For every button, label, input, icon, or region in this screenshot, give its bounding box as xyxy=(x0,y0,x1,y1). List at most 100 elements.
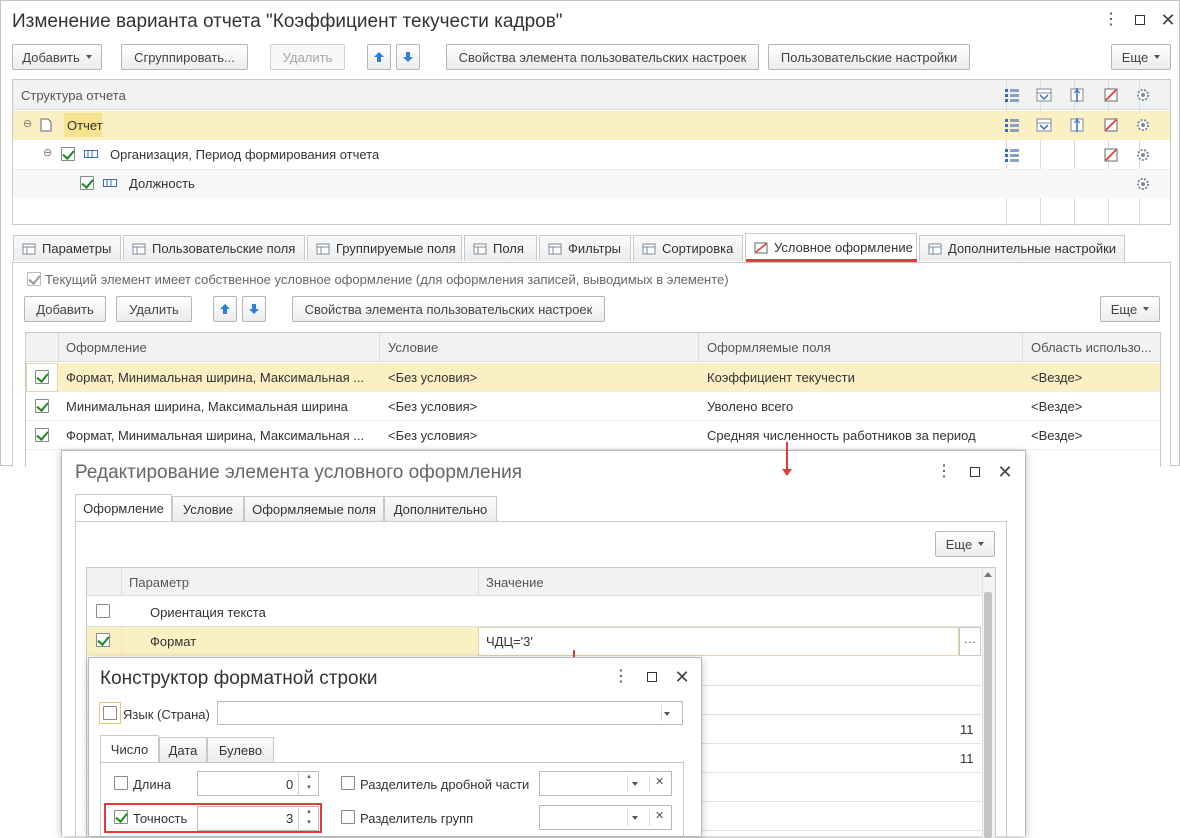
maximize-icon[interactable] xyxy=(644,669,660,685)
delete-button[interactable]: Удалить xyxy=(270,44,345,70)
more-options-icon[interactable]: ⋮ xyxy=(613,669,629,685)
edit-more-button[interactable]: Еще xyxy=(935,531,995,557)
more-options-icon[interactable]: ⋮ xyxy=(1103,12,1119,28)
maximize-icon[interactable] xyxy=(967,464,983,480)
tab-parameters-label: Параметры xyxy=(42,241,112,256)
tab-additional[interactable]: Дополнительно xyxy=(384,496,497,522)
collapse-icon[interactable]: ⊖ xyxy=(23,117,32,130)
tab-advanced-settings[interactable]: Дополнительные настройки xyxy=(919,235,1125,261)
move-up-button[interactable] xyxy=(367,44,391,70)
tab-conditional-format[interactable]: Условное оформление xyxy=(745,233,917,261)
group-sep-checkbox[interactable] xyxy=(341,810,355,824)
close-icon[interactable]: ✕ xyxy=(674,667,690,687)
conditional-format-icon xyxy=(754,242,768,254)
edit-dialog-title: Редактирование элемента условного оформл… xyxy=(75,462,523,483)
maximize-icon[interactable] xyxy=(1132,12,1148,28)
user-settings-button[interactable]: Пользовательские настройки xyxy=(768,44,970,70)
collapse-icon[interactable]: ⊖ xyxy=(43,146,52,159)
scroll-thumb[interactable] xyxy=(984,592,992,838)
own-format-checkbox[interactable] xyxy=(27,272,41,286)
structure-list-icon[interactable] xyxy=(1004,87,1020,103)
structure-list-icon[interactable] xyxy=(1004,147,1020,163)
close-icon[interactable]: ✕ xyxy=(1160,10,1176,30)
select-divider xyxy=(649,775,650,792)
select-button[interactable]: … xyxy=(959,627,981,656)
settings-gear-icon[interactable] xyxy=(1135,176,1151,192)
structure-chart-icon[interactable] xyxy=(1069,87,1085,103)
table-cell: <Без условия> xyxy=(388,428,478,443)
lang-checkbox[interactable] xyxy=(103,706,117,720)
cf-user-element-props-button[interactable]: Свойства элемента пользовательских настр… xyxy=(292,296,605,322)
tab-appearance[interactable]: Оформление xyxy=(75,494,172,522)
structure-chart-icon[interactable] xyxy=(1069,117,1085,133)
groupable-fields-icon xyxy=(316,243,330,255)
lang-select[interactable] xyxy=(217,701,683,725)
structure-table-icon[interactable] xyxy=(1036,117,1052,133)
cf-col-fields[interactable]: Оформляемые поля xyxy=(707,340,831,355)
clear-icon[interactable]: ✕ xyxy=(655,809,664,822)
group-button[interactable]: Сгруппировать... xyxy=(121,44,248,70)
clear-icon[interactable]: ✕ xyxy=(655,775,664,788)
length-checkbox[interactable] xyxy=(114,776,128,790)
close-icon[interactable]: ✕ xyxy=(997,462,1013,482)
chevron-down-icon[interactable] xyxy=(664,712,670,716)
scroll-up-icon[interactable] xyxy=(984,572,992,577)
user-fields-icon xyxy=(132,243,146,255)
chevron-down-icon[interactable] xyxy=(632,816,638,820)
active-tab-underline xyxy=(746,259,917,262)
row-checkbox[interactable] xyxy=(35,399,49,413)
tab-date[interactable]: Дата xyxy=(159,737,207,763)
settings-gear-icon[interactable] xyxy=(1135,147,1151,163)
decimal-sep-select[interactable] xyxy=(539,771,672,796)
tab-sort-label: Сортировка xyxy=(662,241,734,256)
decimal-sep-checkbox[interactable] xyxy=(341,776,355,790)
tree-row-report[interactable] xyxy=(13,111,1170,140)
cf-move-down-button[interactable] xyxy=(242,296,266,322)
more-options-icon[interactable]: ⋮ xyxy=(936,464,952,480)
conditional-format-icon[interactable] xyxy=(1103,87,1119,103)
tab-fields[interactable]: Поля xyxy=(464,235,537,261)
cf-add-button[interactable]: Добавить xyxy=(24,296,106,322)
tree-checkbox-position[interactable] xyxy=(80,176,94,190)
tab-boolean[interactable]: Булево xyxy=(207,737,274,763)
structure-table-icon[interactable] xyxy=(1036,87,1052,103)
group-sep-select[interactable] xyxy=(539,805,672,830)
cf-col-format[interactable]: Оформление xyxy=(66,340,147,355)
cf-col-condition[interactable]: Условие xyxy=(388,340,438,355)
cf-move-up-button[interactable] xyxy=(213,296,237,322)
edit-more-label: Еще xyxy=(945,536,973,552)
settings-gear-icon[interactable] xyxy=(1135,87,1151,103)
tab-user-fields[interactable]: Пользовательские поля xyxy=(123,235,305,261)
param-checkbox-orientation[interactable] xyxy=(96,604,110,618)
row-checkbox[interactable] xyxy=(35,428,49,442)
param-checkbox-format[interactable] xyxy=(96,633,110,647)
more-button[interactable]: Еще xyxy=(1111,44,1171,70)
tab-condition[interactable]: Условие xyxy=(172,496,244,522)
tab-groupable-fields[interactable]: Группируемые поля xyxy=(307,235,462,261)
cf-table-header xyxy=(26,333,1160,362)
precision-checkbox[interactable] xyxy=(114,810,128,824)
length-stepper[interactable]: ▴ ▾ xyxy=(298,771,319,796)
main-window-title: Изменение варианта отчета "Коэффициент т… xyxy=(12,11,563,32)
add-button[interactable]: Добавить xyxy=(12,44,102,70)
conditional-format-icon[interactable] xyxy=(1103,147,1119,163)
cf-more-button[interactable]: Еще xyxy=(1100,296,1160,322)
tab-formatted-fields[interactable]: Оформляемые поля xyxy=(244,496,384,522)
param-value-cell[interactable] xyxy=(478,627,959,656)
row-checkbox[interactable] xyxy=(35,370,49,384)
cf-col-area[interactable]: Область использо... xyxy=(1031,340,1152,355)
tab-filters[interactable]: Фильтры xyxy=(539,235,631,261)
precision-stepper[interactable]: ▴ ▾ xyxy=(298,806,319,831)
tab-sort[interactable]: Сортировка xyxy=(633,235,743,261)
tab-user-fields-label: Пользовательские поля xyxy=(152,241,296,256)
tree-checkbox-org[interactable] xyxy=(61,147,75,161)
tab-parameters[interactable]: Параметры xyxy=(13,235,121,261)
user-element-props-button[interactable]: Свойства элемента пользовательских настр… xyxy=(446,44,759,70)
tab-number[interactable]: Число xyxy=(100,735,159,763)
settings-gear-icon[interactable] xyxy=(1135,117,1151,133)
move-down-button[interactable] xyxy=(396,44,420,70)
conditional-format-icon[interactable] xyxy=(1103,117,1119,133)
cf-delete-button[interactable]: Удалить xyxy=(116,296,192,322)
chevron-down-icon[interactable] xyxy=(632,782,638,786)
structure-list-icon[interactable] xyxy=(1004,117,1020,133)
